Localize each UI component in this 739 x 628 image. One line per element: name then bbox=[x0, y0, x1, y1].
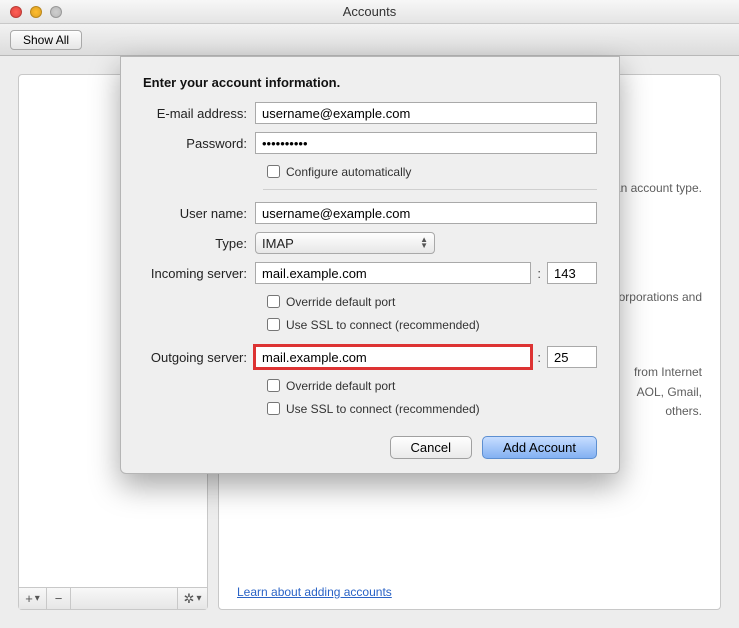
email-label: E-mail address: bbox=[143, 106, 255, 121]
type-value: IMAP bbox=[262, 236, 294, 251]
remove-account-button[interactable]: − bbox=[47, 588, 71, 609]
incoming-label: Incoming server: bbox=[143, 266, 255, 281]
configure-auto-checkbox[interactable] bbox=[267, 165, 280, 178]
add-account-sheet: Enter your account information. E-mail a… bbox=[120, 56, 620, 474]
gear-icon: ✲ bbox=[184, 591, 195, 607]
plus-icon: + bbox=[25, 591, 33, 606]
incoming-override-port-label: Override default port bbox=[286, 295, 395, 309]
password-field[interactable] bbox=[255, 132, 597, 154]
incoming-port-field[interactable] bbox=[547, 262, 597, 284]
zoom-window-button[interactable] bbox=[50, 6, 62, 18]
username-label: User name: bbox=[143, 206, 255, 221]
outgoing-override-port-checkbox[interactable] bbox=[267, 379, 280, 392]
type-select[interactable]: IMAP ▲▼ bbox=[255, 232, 435, 254]
minus-icon: − bbox=[55, 591, 63, 606]
type-label: Type: bbox=[143, 236, 255, 251]
add-account-button[interactable]: Add Account bbox=[482, 436, 597, 459]
outgoing-ssl-label: Use SSL to connect (recommended) bbox=[286, 402, 480, 416]
sheet-title: Enter your account information. bbox=[143, 75, 597, 90]
window-title: Accounts bbox=[0, 4, 739, 19]
section-divider bbox=[263, 189, 597, 190]
window-titlebar: Accounts bbox=[0, 0, 739, 24]
outgoing-port-field[interactable] bbox=[547, 346, 597, 368]
chevron-down-icon: ▾ bbox=[196, 593, 201, 604]
close-window-button[interactable] bbox=[10, 6, 22, 18]
outgoing-ssl-checkbox[interactable] bbox=[267, 402, 280, 415]
email-field[interactable] bbox=[255, 102, 597, 124]
add-account-button[interactable]: +▾ bbox=[19, 588, 47, 609]
outgoing-server-field[interactable] bbox=[255, 346, 531, 368]
outgoing-label: Outgoing server: bbox=[143, 350, 255, 365]
cancel-button[interactable]: Cancel bbox=[390, 436, 472, 459]
accounts-list-footer: +▾ − ✲▾ bbox=[19, 587, 207, 609]
learn-link[interactable]: Learn about adding accounts bbox=[237, 585, 392, 599]
account-actions-button[interactable]: ✲▾ bbox=[177, 588, 207, 609]
show-all-button[interactable]: Show All bbox=[10, 30, 82, 50]
incoming-override-port-checkbox[interactable] bbox=[267, 295, 280, 308]
incoming-ssl-checkbox[interactable] bbox=[267, 318, 280, 331]
incoming-server-field[interactable] bbox=[255, 262, 531, 284]
chevron-down-icon: ▾ bbox=[35, 593, 40, 604]
port-separator: : bbox=[531, 350, 547, 365]
minimize-window-button[interactable] bbox=[30, 6, 42, 18]
password-label: Password: bbox=[143, 136, 255, 151]
incoming-ssl-label: Use SSL to connect (recommended) bbox=[286, 318, 480, 332]
outgoing-override-port-label: Override default port bbox=[286, 379, 395, 393]
username-field[interactable] bbox=[255, 202, 597, 224]
toolbar: Show All bbox=[0, 24, 739, 56]
select-stepper-icon: ▲▼ bbox=[420, 237, 428, 249]
port-separator: : bbox=[531, 266, 547, 281]
configure-auto-label: Configure automatically bbox=[286, 165, 411, 179]
